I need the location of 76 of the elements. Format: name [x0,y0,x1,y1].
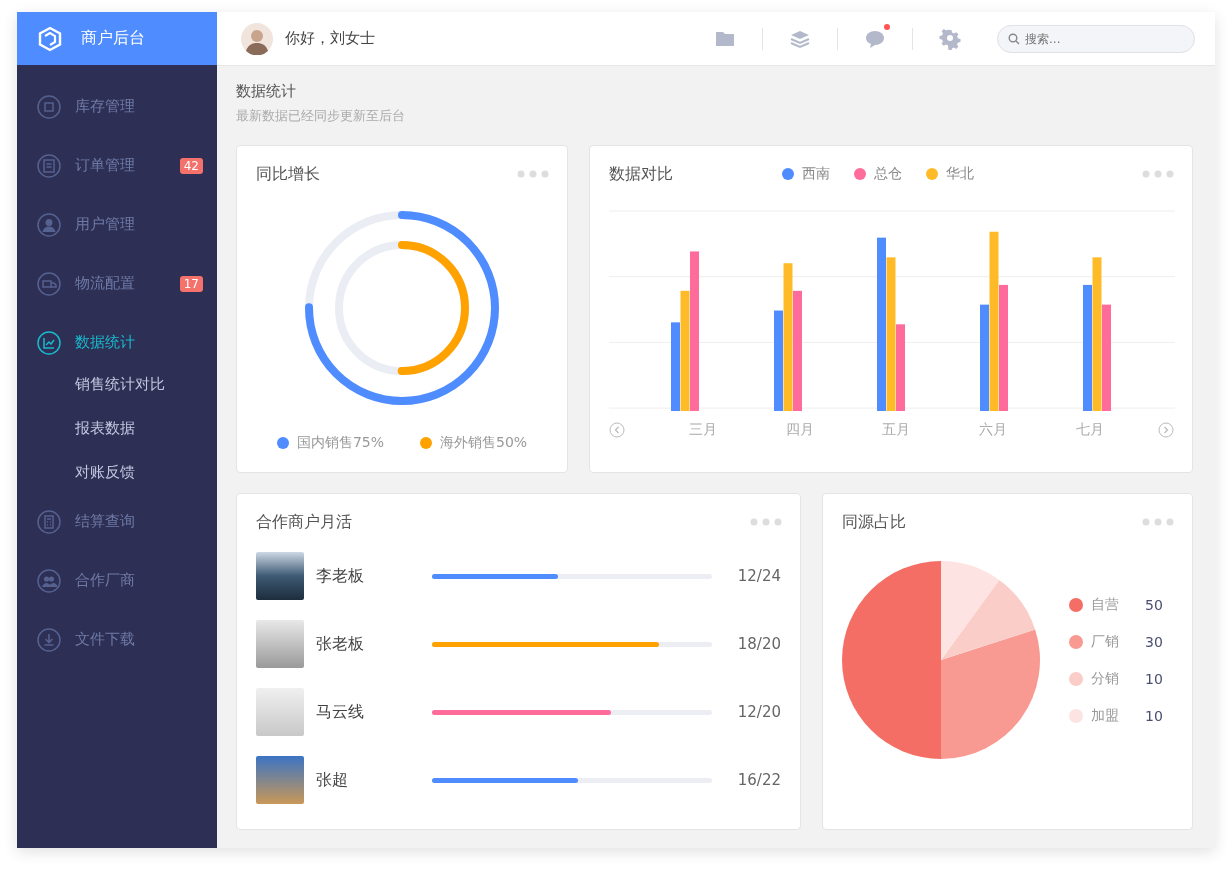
activity-count: 12/20 [737,703,781,721]
month-label: 七月 [1074,421,1105,439]
calculator-icon [37,509,61,534]
card-title: 合作商户月活 [256,511,352,533]
more-icon[interactable] [517,170,549,178]
menu-item[interactable]: 文件下载 [17,610,217,669]
month-label: 三月 [688,421,719,439]
legend-label: 西南 [801,165,830,183]
menu-label: 用户管理 [75,215,136,234]
menu-label: 库存管理 [75,97,136,116]
card-title: 同源占比 [842,511,906,533]
menu-label: 文件下载 [75,630,136,649]
avatar-icon [241,22,273,55]
brand-name: 商户后台 [81,28,145,49]
menu-label: 结算查询 [75,512,136,531]
menu-item[interactable]: 库存管理 [17,77,217,136]
card-title: 同比增长 [256,163,320,185]
month-label: 四月 [784,421,815,439]
legend-value: 50 [1145,596,1163,613]
merchant-name: 马云线 [316,701,365,723]
merchant-name: 李老板 [316,565,365,587]
merchant-name: 张老板 [316,633,365,655]
card-title: 数据对比 [609,163,673,185]
cube-logo-icon [37,25,63,52]
photo-placeholder [256,756,304,804]
people-icon [37,568,61,593]
legend-label: 国内销售75% [296,434,384,452]
menu-item[interactable]: 物流配置 17 [17,254,217,313]
photo-placeholder [256,688,304,736]
menu-label: 物流配置 [75,274,136,293]
photo-placeholder [256,620,304,668]
activity-count: 16/22 [737,771,781,789]
legend-value: 30 [1145,633,1163,650]
activity-count: 18/20 [737,635,781,653]
photo-placeholder [256,552,304,600]
box-icon [37,94,61,119]
month-label: 五月 [881,421,912,439]
settings-icon[interactable] [939,27,961,50]
count-badge: 17 [179,275,203,292]
legend-label: 分销 [1091,669,1119,688]
menu-label: 数据统计 [75,333,136,352]
truck-icon [37,271,61,296]
legend-value: 10 [1145,707,1163,724]
person-icon [37,212,61,237]
more-icon[interactable] [1142,518,1174,526]
page-subtitle: 最新数据已经同步更新至后台 [236,107,406,125]
menu-item[interactable]: 订单管理 42 [17,136,217,195]
list-icon [37,153,61,178]
more-icon[interactable] [1142,170,1174,178]
legend-label: 加盟 [1091,706,1119,725]
menu-label: 订单管理 [75,156,136,175]
submenu-item[interactable]: 报表数据 [17,406,217,450]
more-icon[interactable] [750,518,782,526]
menu-label: 合作厂商 [75,571,136,590]
greeting: 你好，刘女士 [285,29,376,48]
search-icon [1008,32,1020,45]
next-icon[interactable] [1158,422,1174,438]
submenu-item[interactable]: 对账反馈 [17,450,217,494]
legend-label: 海外销售50% [440,434,528,452]
count-badge: 42 [179,157,203,174]
legend-label: 华北 [945,165,974,183]
activity-count: 12/24 [737,567,781,585]
download-icon [37,627,61,652]
menu-item[interactable]: 合作厂商 [17,551,217,610]
legend-label: 自营 [1091,595,1119,614]
legend-value: 10 [1145,670,1163,687]
legend-label: 厂销 [1091,632,1119,651]
page-title: 数据统计 [236,82,297,101]
merchant-name: 张超 [316,769,349,791]
month-label: 六月 [978,421,1009,439]
chart-icon [37,330,61,355]
menu-item[interactable]: 结算查询 [17,492,217,551]
menu-item[interactable]: 用户管理 [17,195,217,254]
search-field[interactable]: 搜索... [997,24,1195,53]
previous-icon[interactable] [609,422,625,438]
legend-label: 总仓 [873,165,902,183]
